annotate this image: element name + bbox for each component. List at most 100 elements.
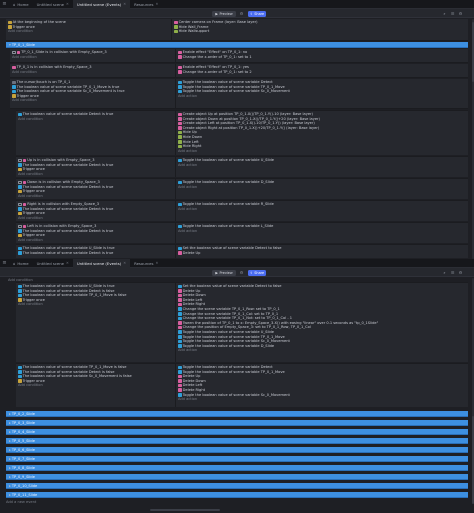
menu-icon[interactable]: ≡: [0, 0, 9, 9]
add-condition-link[interactable]: Add condition: [12, 55, 172, 60]
settings-icon[interactable]: ⚙: [458, 11, 463, 16]
checkbox[interactable]: [18, 180, 22, 185]
variable-icon: [178, 85, 182, 89]
add-condition-link[interactable]: Add condition: [18, 216, 178, 221]
sub-event-row[interactable]: The boolean value of scene variable U_Sl…: [16, 244, 468, 258]
condition[interactable]: The boolean value of scene variable Dete…: [18, 251, 178, 256]
debug-icon[interactable]: ⚙: [239, 11, 244, 16]
add-action-link[interactable]: Add action: [178, 348, 468, 353]
add-action-link[interactable]: Add action: [178, 397, 468, 402]
preview-button[interactable]: ▶ Preview: [212, 269, 236, 276]
group-header-tp-0-5[interactable]: ▸TP_0_5_Slide: [6, 438, 468, 445]
event-row[interactable]: At the beginning of the scene Trigger on…: [6, 19, 468, 41]
event-row[interactable]: TP_0_1_Slide is in collision with Empty_…: [10, 49, 468, 63]
chevron-down-icon[interactable]: ▾: [9, 43, 11, 47]
tab-home[interactable]: ⌂ Home: [9, 0, 33, 9]
row-divider: [171, 19, 172, 40]
group-header-tp-0-4[interactable]: ▸TP_0_4_Slide: [6, 429, 468, 436]
add-action-link[interactable]: Add action: [178, 163, 468, 168]
chevron-right-icon[interactable]: ▸: [9, 439, 11, 443]
checkbox[interactable]: [18, 224, 22, 229]
group-header-tp-0-11[interactable]: ▸TP_0_11_Slide: [6, 492, 468, 499]
add-new-event-link[interactable]: Add a new event: [6, 500, 36, 504]
chevron-right-icon[interactable]: ▸: [9, 448, 11, 452]
add-action-link[interactable]: Add action: [178, 229, 468, 234]
add-action-link[interactable]: Add action: [178, 94, 468, 99]
chevron-right-icon[interactable]: ▸: [9, 457, 11, 461]
checkbox[interactable]: [18, 202, 22, 207]
add-condition-link[interactable]: Add condition: [18, 238, 178, 243]
action[interactable]: Delete Up: [178, 251, 468, 256]
group-header-tp-0-2[interactable]: ▸TP_0_2_Slide: [6, 411, 468, 418]
sub-event-row[interactable]: Left is in collision with Empty_Space_3 …: [16, 222, 468, 243]
group-header-tp-0-7[interactable]: ▸TP_0_7_Slide: [6, 456, 468, 463]
sub-event-row[interactable]: Up is in collision with Empty_Space_3 Th…: [16, 156, 468, 177]
tab-untitled-scene[interactable]: Untitled scene ✕: [33, 0, 73, 9]
checkbox[interactable]: [12, 50, 16, 55]
variable-icon: [18, 229, 22, 233]
debug-icon[interactable]: ⚙: [239, 270, 244, 275]
sub-event-row[interactable]: Right is in collision with Empty_Space_3…: [16, 200, 468, 221]
add-condition-link[interactable]: Add condition: [18, 172, 178, 177]
checkbox[interactable]: [18, 158, 22, 163]
sub-event-row[interactable]: The boolean value of scene variable Dete…: [16, 110, 468, 155]
group-header-tp-0-9[interactable]: ▸TP_0_9_Slide: [6, 474, 468, 481]
tab-resources[interactable]: Resources ✕: [130, 259, 162, 268]
properties-icon[interactable]: ☰: [450, 11, 455, 16]
add-action-link[interactable]: Add action: [178, 185, 468, 190]
menu-icon[interactable]: ≡: [0, 259, 9, 268]
add-condition-link[interactable]: Add condition: [18, 117, 178, 122]
event-row[interactable]: The cursor/touch is on TP_0_1 The boolea…: [10, 79, 468, 109]
tab-home[interactable]: ⌂ Home: [9, 259, 33, 268]
close-icon[interactable]: ✕: [123, 2, 126, 6]
sub-event-row[interactable]: The boolean value of scene variable U_Sl…: [16, 282, 468, 362]
share-button[interactable]: ⇪ Share: [248, 10, 266, 17]
sub-event-row[interactable]: The boolean value of scene variable TP_0…: [16, 363, 468, 407]
chevron-right-icon[interactable]: ▸: [9, 493, 11, 497]
close-icon[interactable]: ✕: [156, 2, 159, 6]
chevron-right-icon[interactable]: ▸: [9, 466, 11, 470]
group-header-tp-0-3[interactable]: ▸TP_0_3_Slide: [6, 420, 468, 427]
properties-icon[interactable]: ☰: [450, 270, 455, 275]
close-icon[interactable]: ✕: [66, 2, 69, 6]
group-header-tp-0-8[interactable]: ▸TP_0_8_Slide: [6, 465, 468, 472]
close-icon[interactable]: ✕: [66, 261, 69, 265]
group-header-tp-0-6[interactable]: ▸TP_0_6_Slide: [6, 447, 468, 454]
add-condition-link[interactable]: Add condition: [12, 98, 172, 103]
add-condition-link[interactable]: Add condition: [18, 194, 178, 199]
tab-scene-events[interactable]: Untitled scene (Events) ✕: [72, 0, 131, 9]
action[interactable]: Change the z-order of TP_0_1: set to 1: [178, 55, 468, 60]
action[interactable]: Hide Wallsupport: [174, 29, 464, 34]
chevron-right-icon[interactable]: ▸: [9, 421, 11, 425]
add-condition-link[interactable]: Add condition: [18, 302, 178, 307]
action[interactable]: Change the z-order of TP_0_1: set to 2: [178, 70, 468, 75]
settings-icon[interactable]: ⚙: [458, 270, 463, 275]
tab-scene-events[interactable]: Untitled scene (Events) ✕: [72, 258, 131, 268]
chevron-right-icon[interactable]: ▸: [9, 412, 11, 416]
search-icon[interactable]: ⌕: [442, 270, 447, 275]
event-row[interactable]: TP_0_1 is in collision with Empty_Space_…: [10, 64, 468, 78]
tab-untitled-scene[interactable]: Untitled scene ✕: [33, 259, 73, 268]
horizontal-scrollbar[interactable]: [150, 509, 220, 511]
home-icon: ⌂: [13, 260, 16, 266]
tab-resources[interactable]: Resources ✕: [130, 0, 162, 9]
chevron-right-icon[interactable]: ▸: [9, 475, 11, 479]
search-icon[interactable]: ⌕: [442, 11, 447, 16]
group-header-tp-0-1[interactable]: ▾TP_0_1_Slide: [6, 42, 468, 49]
group-header-tp-0-10[interactable]: ▸TP_0_10_Slide: [6, 483, 468, 490]
close-icon[interactable]: ✕: [156, 261, 159, 265]
preview-button[interactable]: ▶ Preview: [212, 10, 236, 17]
share-button[interactable]: ⇪ Share: [248, 269, 266, 276]
close-icon[interactable]: ✕: [123, 261, 126, 265]
add-action-link[interactable]: Add action: [178, 207, 468, 212]
add-action-link[interactable]: Add action: [178, 149, 468, 154]
add-condition-link[interactable]: Add condition: [12, 70, 172, 75]
chevron-right-icon[interactable]: ▸: [9, 484, 11, 488]
sub-event-row[interactable]: Down is in collision with Empty_Space_3 …: [16, 178, 468, 199]
add-condition-link[interactable]: Add condition: [8, 29, 168, 34]
trigger-once-icon: [18, 233, 22, 238]
chevron-right-icon[interactable]: ▸: [9, 430, 11, 434]
actions-list: Toggle the boolean value of scene variab…: [178, 80, 468, 98]
add-condition-link[interactable]: Add condition: [18, 383, 178, 388]
tab-label: Resources: [134, 1, 154, 7]
